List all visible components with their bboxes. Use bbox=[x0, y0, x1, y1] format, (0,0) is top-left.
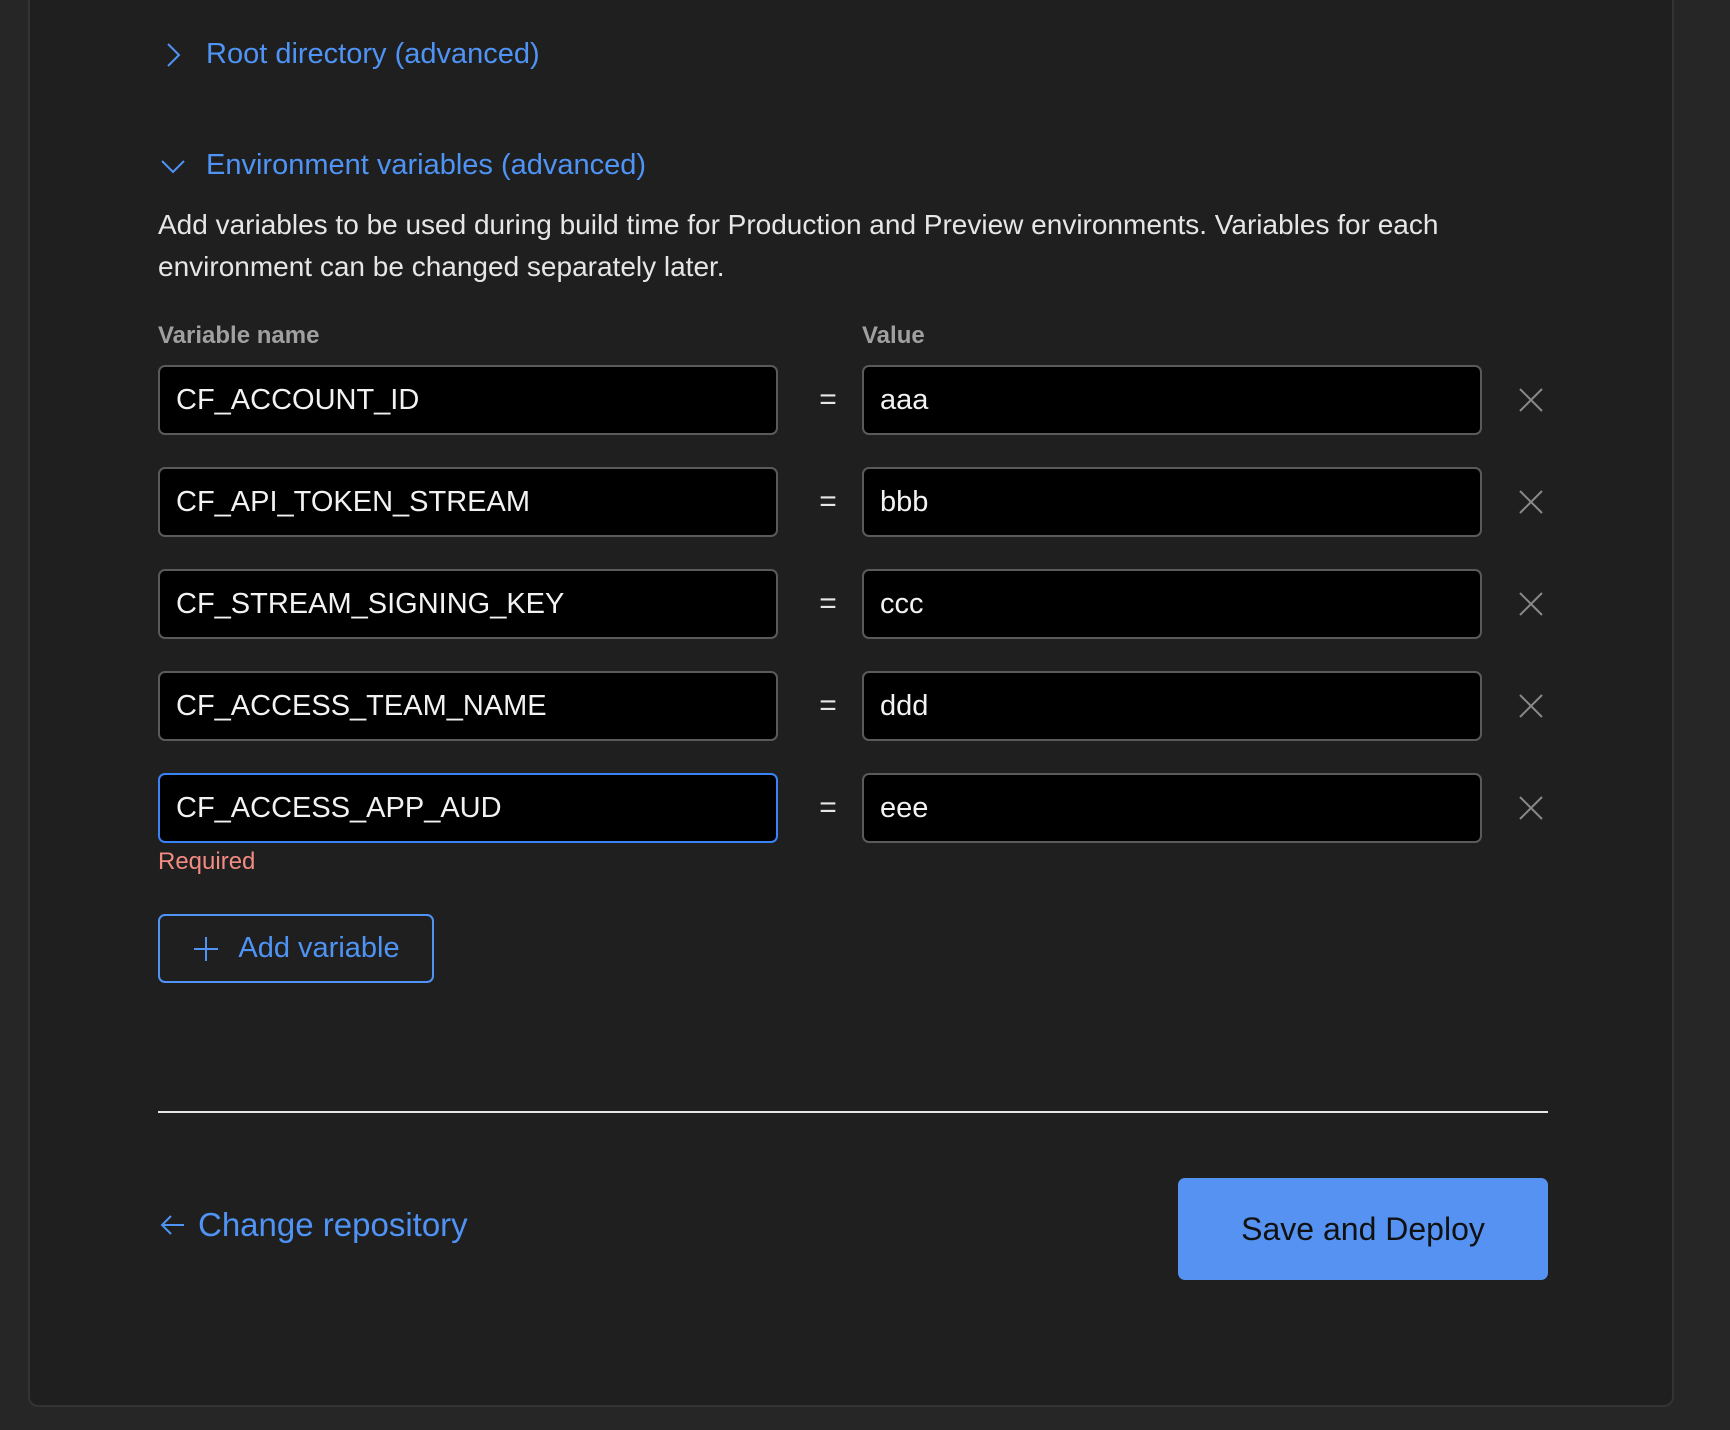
equals-sign: = bbox=[819, 791, 837, 824]
variable-value-input[interactable]: aaa bbox=[862, 365, 1482, 435]
variable-row: CF_STREAM_SIGNING_KEY = ccc bbox=[158, 569, 1578, 639]
environment-variables-label: Environment variables (advanced) bbox=[206, 149, 647, 181]
variable-row: CF_ACCOUNT_ID = aaa bbox=[158, 365, 1578, 435]
equals-sign: = bbox=[819, 689, 837, 722]
variable-name-input[interactable]: CF_ACCESS_APP_AUD bbox=[158, 773, 778, 843]
variable-name-input[interactable]: CF_API_TOKEN_STREAM bbox=[158, 467, 778, 537]
variable-value-input[interactable]: bbb bbox=[862, 467, 1482, 537]
environment-variables-description: Add variables to be used during build ti… bbox=[158, 209, 1439, 282]
equals-sign: = bbox=[819, 485, 837, 518]
chevron-right-icon bbox=[167, 42, 181, 67]
save-and-deploy-button[interactable]: Save and Deploy bbox=[1178, 1178, 1548, 1280]
variable-name-input[interactable]: CF_STREAM_SIGNING_KEY bbox=[158, 569, 778, 639]
variable-row: CF_API_TOKEN_STREAM = bbb bbox=[158, 467, 1578, 537]
environment-variables-toggle[interactable]: Environment variables (advanced) bbox=[158, 149, 646, 182]
arrow-left-icon bbox=[160, 1215, 184, 1235]
close-icon[interactable] bbox=[1516, 487, 1546, 517]
variable-row: CF_ACCESS_APP_AUD = eee bbox=[158, 773, 1578, 843]
variable-name-input[interactable]: CF_ACCESS_TEAM_NAME bbox=[158, 671, 778, 741]
close-icon[interactable] bbox=[1516, 793, 1546, 823]
add-variable-button[interactable]: Add variable bbox=[158, 914, 434, 983]
change-repository-link[interactable]: Change repository bbox=[158, 1206, 468, 1244]
variable-value-input[interactable]: ddd bbox=[862, 671, 1482, 741]
close-icon[interactable] bbox=[1516, 589, 1546, 619]
chevron-down-icon bbox=[161, 159, 185, 173]
variable-row: CF_ACCESS_TEAM_NAME = ddd bbox=[158, 671, 1578, 741]
root-directory-toggle[interactable]: Root directory (advanced) bbox=[158, 38, 540, 71]
equals-sign: = bbox=[819, 587, 837, 620]
root-directory-label: Root directory (advanced) bbox=[206, 38, 540, 70]
close-icon[interactable] bbox=[1516, 691, 1546, 721]
value-column-label: Value bbox=[862, 322, 925, 349]
variable-value-input[interactable]: ccc bbox=[862, 569, 1482, 639]
close-icon[interactable] bbox=[1516, 385, 1546, 415]
validation-error: Required bbox=[158, 848, 256, 875]
plus-icon bbox=[194, 936, 219, 961]
variable-name-input[interactable]: CF_ACCOUNT_ID bbox=[158, 365, 778, 435]
divider bbox=[158, 1111, 1548, 1113]
add-variable-label: Add variable bbox=[238, 932, 400, 964]
variable-value-input[interactable]: eee bbox=[862, 773, 1482, 843]
equals-sign: = bbox=[819, 383, 837, 416]
change-repository-label: Change repository bbox=[198, 1206, 468, 1243]
variable-name-column-label: Variable name bbox=[158, 322, 320, 349]
